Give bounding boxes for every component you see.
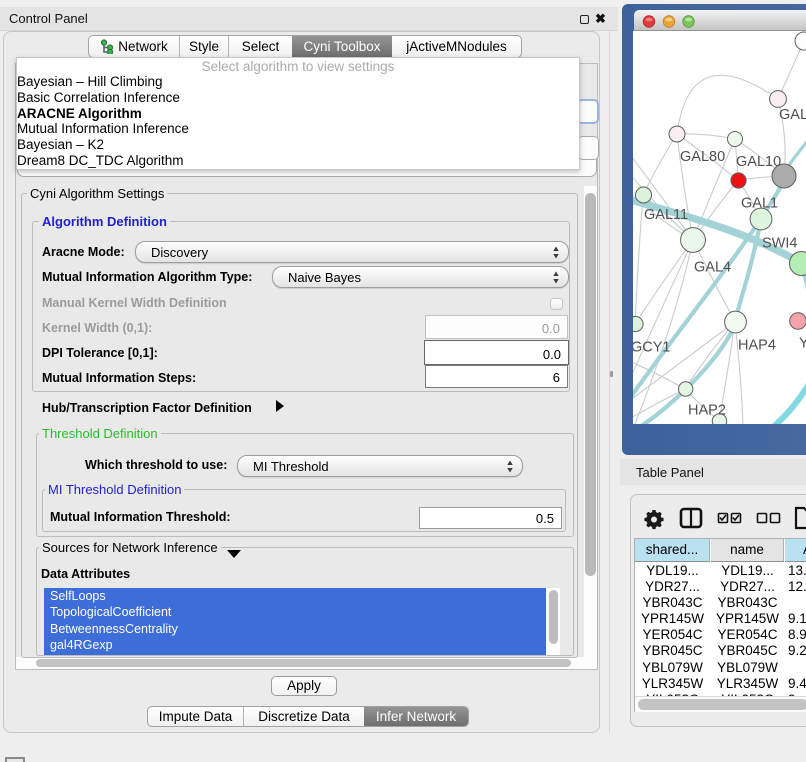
svg-text:GAL80: GAL80 xyxy=(680,149,725,165)
svg-text:HAP2: HAP2 xyxy=(688,403,726,419)
svg-text:GAL10: GAL10 xyxy=(736,154,781,170)
svg-text:GAL11: GAL11 xyxy=(644,207,688,223)
svg-text:SWI4: SWI4 xyxy=(762,236,797,252)
svg-text:Y: Y xyxy=(799,336,806,352)
svg-text:HAP4: HAP4 xyxy=(738,338,776,354)
svg-text:GAL7: GAL7 xyxy=(779,107,806,123)
svg-text:GAL1: GAL1 xyxy=(741,196,778,212)
svg-text:GAL4: GAL4 xyxy=(694,260,731,276)
svg-text:GCY1: GCY1 xyxy=(633,340,671,356)
